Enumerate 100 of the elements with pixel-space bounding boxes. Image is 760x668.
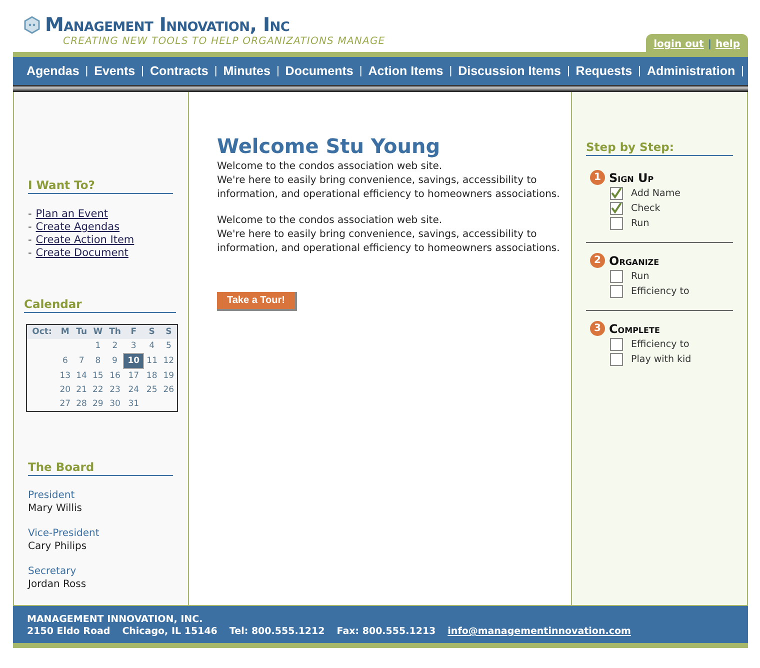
nav-separator: |	[638, 65, 641, 77]
board-member: Mary Willis	[28, 503, 83, 514]
calendar-day[interactable]: 7	[73, 354, 90, 368]
calendar-day[interactable]: 25	[143, 383, 160, 397]
nav-separator: |	[566, 65, 570, 77]
nav-link[interactable]: Administration	[646, 64, 736, 78]
nav-link[interactable]: Action Items	[368, 64, 444, 78]
footer-phone: Tel: 800.555.1212	[229, 626, 325, 637]
section-heading: I Want To?	[28, 178, 173, 194]
board-member: Jordan Ross	[28, 579, 88, 590]
nav-separator: |	[141, 65, 144, 77]
checkbox[interactable]	[610, 285, 623, 298]
section-heading: The Board	[28, 460, 173, 476]
nav-separator: |	[741, 65, 744, 77]
calendar-day[interactable]: 2	[106, 339, 124, 354]
step-number: 1	[590, 170, 605, 185]
nav-link[interactable]: Documents	[285, 64, 354, 78]
board-role: President	[28, 490, 76, 501]
calendar-day[interactable]: 29	[90, 397, 106, 412]
weekday-header: W	[90, 324, 106, 339]
calendar-day[interactable]: 27	[57, 397, 74, 412]
company-name: Management Innovation, Inc	[45, 14, 290, 36]
checkbox[interactable]	[610, 202, 623, 215]
calendar-day[interactable]: 12	[160, 354, 178, 368]
calendar-day[interactable]: 22	[90, 383, 106, 397]
footer-city: Chicago, IL 15146	[122, 626, 218, 637]
nav-link[interactable]: Events	[94, 64, 136, 78]
calendar-day[interactable]: 10	[124, 354, 144, 368]
nav-separator: |	[449, 65, 452, 77]
checkbox[interactable]	[610, 217, 623, 230]
calendar-day[interactable]: 18	[143, 368, 160, 383]
nav-separator: |	[276, 65, 280, 77]
calendar-day[interactable]: 26	[160, 383, 178, 397]
calendar-day[interactable]: 19	[160, 368, 178, 383]
email-link[interactable]: info@managementinnovation.com	[448, 626, 631, 637]
tagline: CREATING NEW TOOLS TO HELP ORGANIZATIONS MANAGE	[63, 36, 386, 47]
calendar-day[interactable]: 20	[57, 383, 74, 397]
footer-address: 2150 Eldo Road	[27, 626, 110, 637]
calendar-day[interactable]: 28	[73, 397, 90, 412]
calendar-day[interactable]: 8	[90, 354, 106, 368]
tour-button[interactable]: Take a Tour!	[217, 292, 297, 311]
checkbox[interactable]	[610, 187, 623, 200]
section-heading: Calendar	[24, 297, 176, 313]
checkbox[interactable]	[610, 353, 623, 366]
link-separator: |	[708, 39, 712, 50]
calendar-day[interactable]: 6	[57, 354, 74, 368]
sidebar-link[interactable]: Create Action Item	[36, 234, 134, 246]
paragraph-text: We're here to easily bring convenience, savings, accessibility to information, and operational efficiency to homeowners associations.	[217, 228, 561, 256]
sidebar-link[interactable]: Plan an Event	[36, 208, 108, 220]
step-number: 3	[590, 321, 605, 336]
checkbox[interactable]	[610, 270, 623, 283]
calendar-day[interactable]: 24	[124, 383, 144, 397]
calendar-day[interactable]: 21	[73, 383, 90, 397]
checkbox[interactable]	[610, 338, 623, 351]
nav-link[interactable]: Agendas	[26, 64, 80, 78]
nav-link[interactable]: Discussion Items	[458, 64, 561, 78]
paragraph-text: Welcome to the condos association web site.	[217, 214, 444, 228]
calendar-day[interactable]: 15	[90, 368, 106, 383]
weekday-header: M	[57, 324, 74, 339]
calendar-day[interactable]: 9	[106, 354, 124, 368]
nav-separator: |	[214, 65, 218, 77]
task-label: Efficiency to	[631, 339, 690, 350]
calendar-day[interactable]: 13	[57, 368, 74, 383]
bullet: -	[28, 247, 32, 259]
calendar-day[interactable]: 23	[106, 383, 124, 397]
calendar-month: Oct:	[26, 324, 57, 339]
calendar-day[interactable]: 5	[160, 339, 178, 354]
nav-link[interactable]: Minutes	[223, 64, 270, 78]
nav-separator: |	[359, 65, 362, 77]
calendar-day[interactable]: 14	[73, 368, 90, 383]
bullet: -	[28, 234, 32, 246]
calendar-day[interactable]: 1	[90, 339, 106, 354]
bullet: -	[28, 208, 32, 220]
calendar-day[interactable]: 4	[143, 339, 160, 354]
nav-link[interactable]: Requests	[576, 64, 632, 78]
board-role: Secretary	[28, 566, 78, 577]
bullet: -	[28, 221, 32, 233]
welcome-title: Welcome Stu Young	[217, 134, 442, 158]
weekday-header: Tu	[73, 324, 90, 339]
calendar-day[interactable]: 17	[124, 368, 144, 383]
weekday-header: F	[124, 324, 144, 339]
calendar-day[interactable]: 16	[106, 368, 124, 383]
calendar-day[interactable]: 30	[106, 397, 124, 412]
calendar-day[interactable]: 11	[143, 354, 160, 368]
board-member: Cary Philips	[28, 541, 88, 552]
footer-fax: Fax: 800.555.1213	[336, 626, 436, 637]
nav-separator: |	[85, 65, 88, 77]
paragraph-text: We're here to easily bring convenience, savings, accessibility to information, and operational efficiency to homeowners associations.	[217, 174, 561, 202]
logo-icon	[23, 16, 41, 34]
task-label: Check	[631, 203, 660, 214]
task-label: Add Name	[631, 188, 680, 199]
task-label: Run	[631, 271, 650, 282]
calendar-day[interactable]: 31	[124, 397, 144, 412]
sidebar-link[interactable]: Create Document	[36, 247, 128, 259]
nav-link[interactable]: Contracts	[150, 64, 208, 78]
calendar-day[interactable]: 3	[124, 339, 144, 354]
weekday-header: S	[160, 324, 178, 339]
paragraph-text: Welcome to the condos association web site.	[217, 160, 444, 174]
sidebar-link[interactable]: Create Agendas	[36, 221, 120, 233]
board-role: Vice-President	[28, 528, 100, 539]
